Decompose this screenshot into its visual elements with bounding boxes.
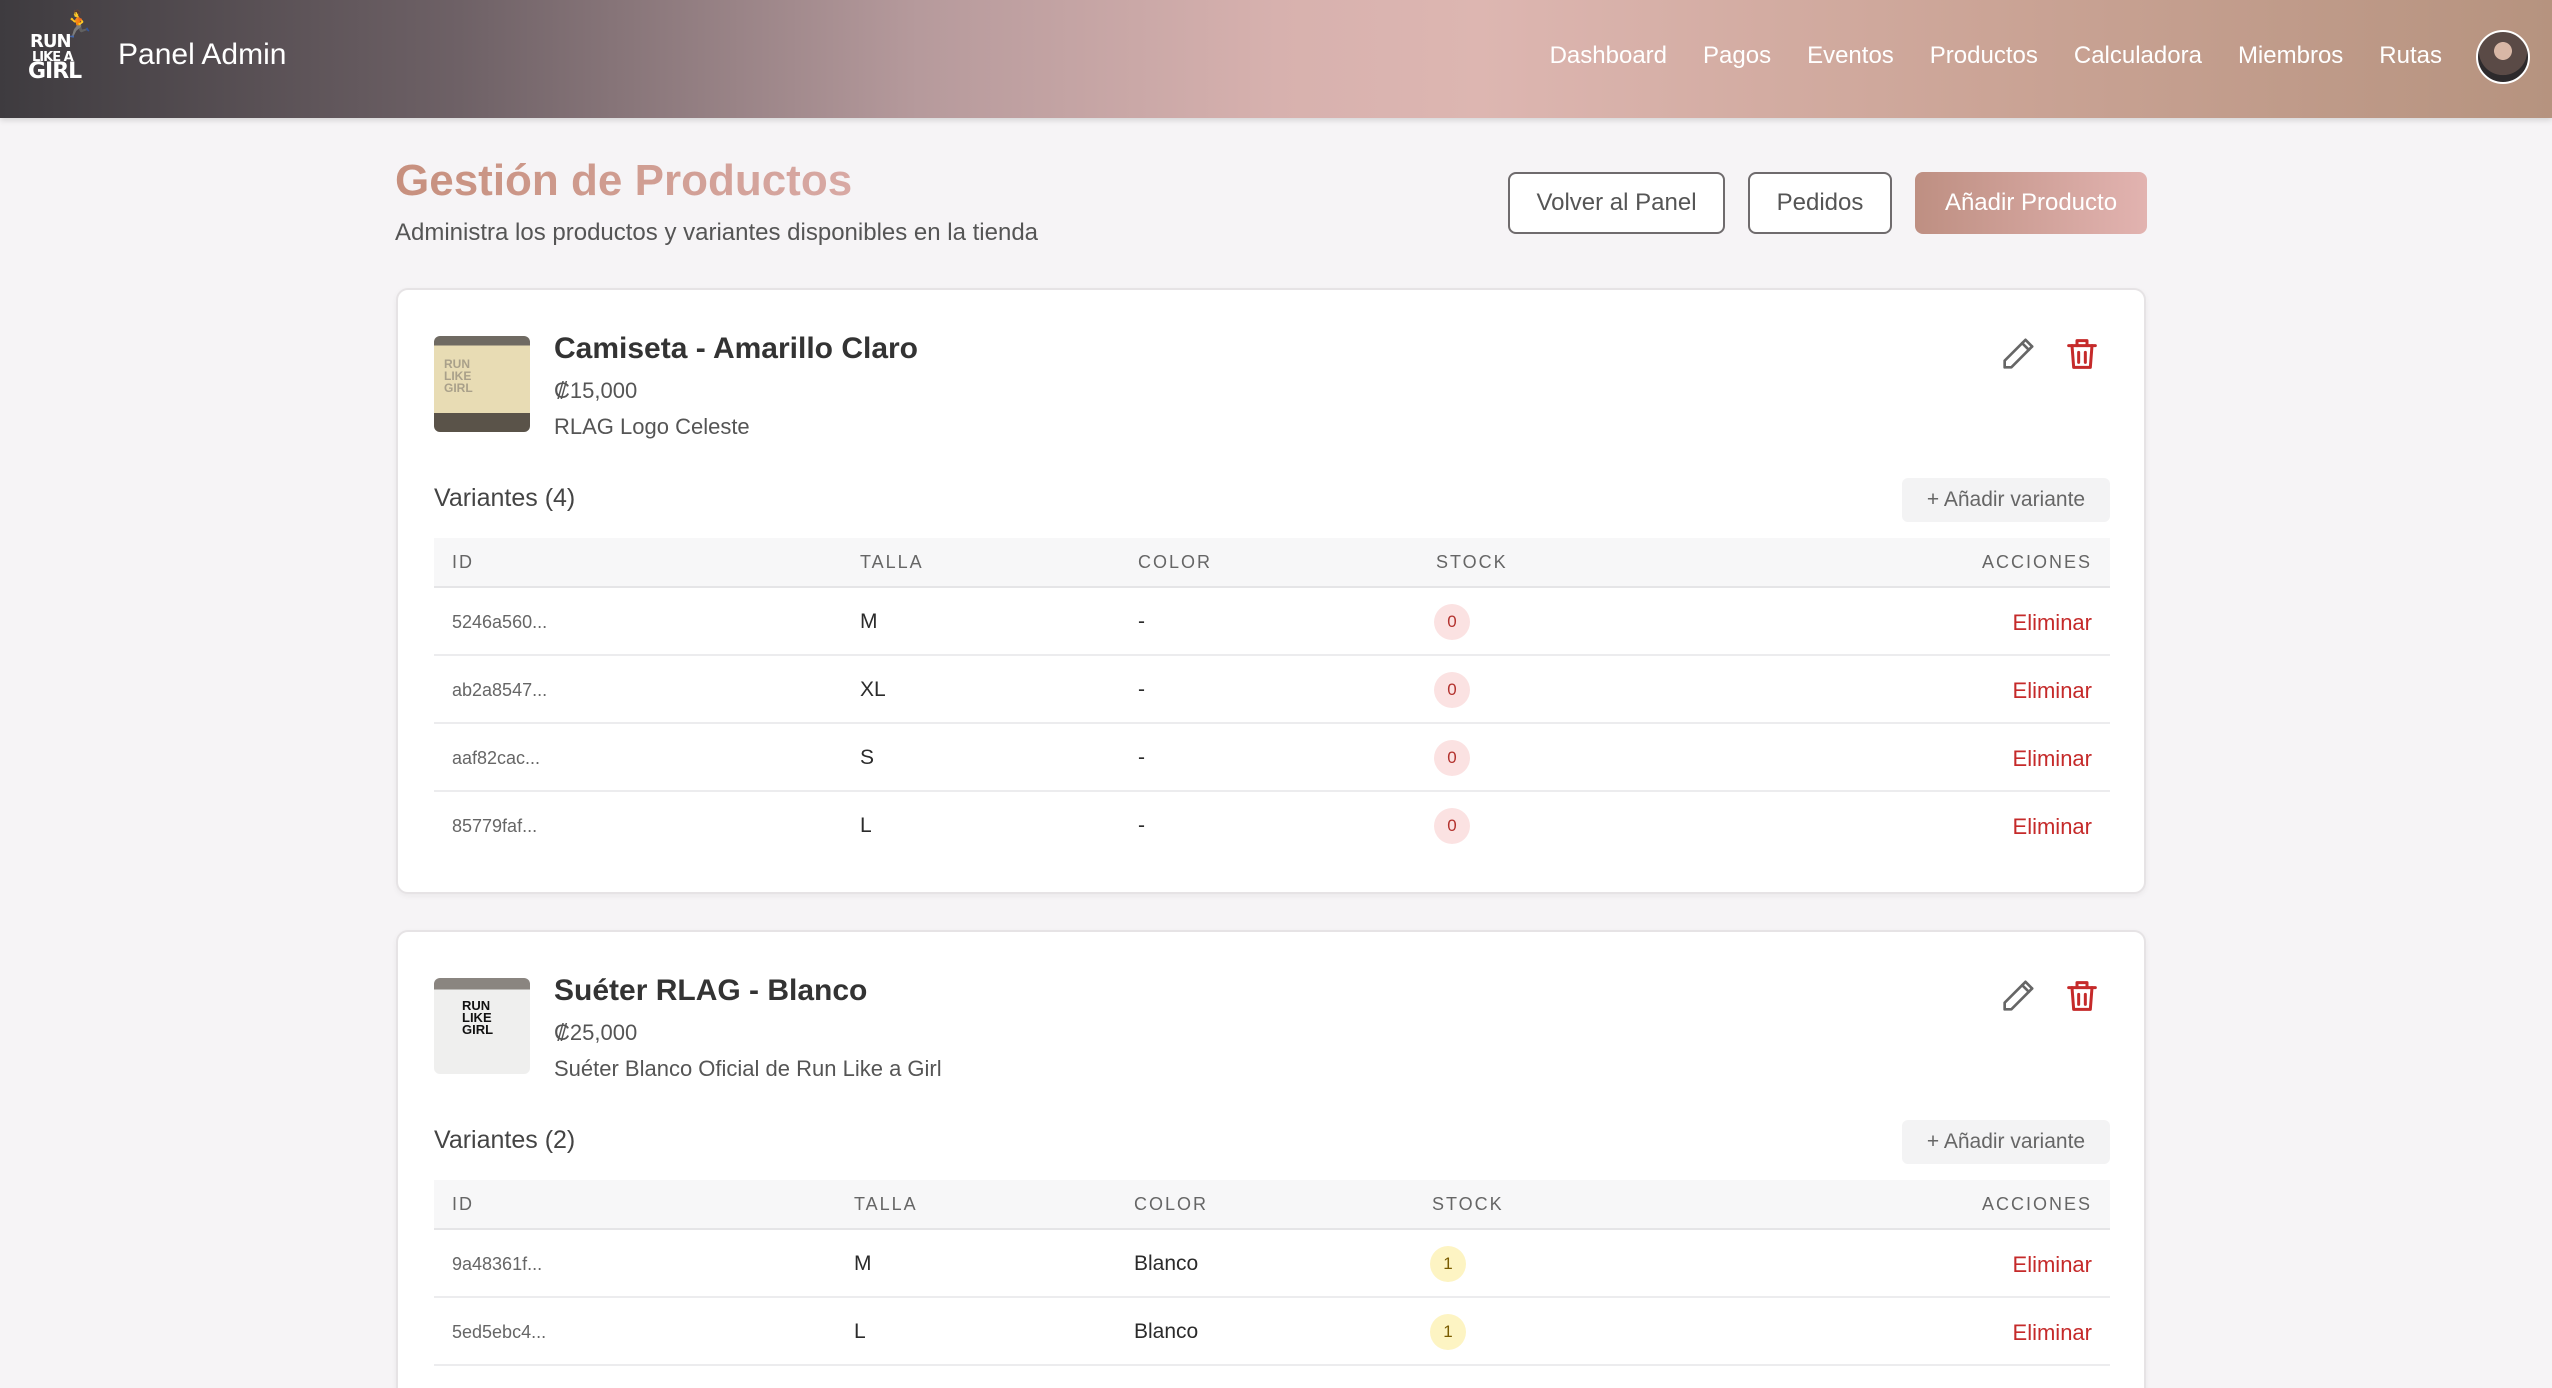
trash-icon[interactable] [2062,334,2102,374]
nav-dashboard[interactable]: Dashboard [1550,42,1667,70]
col-talla: TALLA [860,552,924,572]
variants-title: Variantes (2) [434,1126,576,1154]
col-id: ID [452,552,474,572]
pencil-icon[interactable] [1998,976,2038,1016]
variant-size: XL [860,678,886,701]
table-row: 9a48361f... M Blanco 1 Eliminar [434,1230,2110,1298]
stock-badge: 1 [1430,1314,1466,1350]
col-stock: STOCK [1436,552,1508,572]
trash-icon[interactable] [2062,976,2102,1016]
variant-color: - [1138,814,1145,837]
variant-id: 5246a560... [452,612,548,632]
pencil-icon[interactable] [1998,334,2038,374]
variant-id: aaf82cac... [452,748,541,768]
col-id: ID [452,1194,474,1214]
delete-variant-link[interactable]: Eliminar [2013,814,2092,840]
nav-rutas[interactable]: Rutas [2379,42,2442,70]
user-avatar[interactable] [2476,30,2530,84]
variants-title: Variantes (4) [434,484,576,512]
nav-calculadora[interactable]: Calculadora [2074,42,2202,70]
add-variant-button[interactable]: + Añadir variante [1902,478,2110,522]
product-name: Camiseta - Amarillo Claro [554,332,918,365]
nav-pagos[interactable]: Pagos [1703,42,1771,70]
nav-productos[interactable]: Productos [1930,42,2038,70]
variant-id: 5ed5ebc4... [452,1322,547,1342]
table-row: aaf82cac... S - 0 Eliminar [434,724,2110,792]
variant-color: - [1138,746,1145,769]
variant-id: 9a48361f... [452,1254,543,1274]
add-variant-button[interactable]: + Añadir variante [1902,1120,2110,1164]
delete-variant-link[interactable]: Eliminar [2013,746,2092,772]
orders-button[interactable]: Pedidos [1748,172,1892,234]
nav-miembros[interactable]: Miembros [2238,42,2343,70]
product-price: ₡15,000 [554,378,638,403]
product-price: ₡25,000 [554,1020,638,1045]
variant-id: ab2a8547... [452,680,548,700]
variant-size: L [854,1320,866,1343]
variant-size: M [860,610,878,633]
variant-color: Blanco [1134,1252,1199,1275]
stock-badge: 0 [1434,808,1470,844]
variant-size: L [860,814,872,837]
product-image: RUN LIKE GIRL [434,336,530,432]
product-description: Suéter Blanco Oficial de Run Like a Girl [554,1056,942,1081]
variant-size: M [854,1252,872,1275]
variants-table-header: ID TALLA COLOR STOCK ACCIONES [434,538,2110,588]
variant-size: S [860,746,875,769]
stock-badge: 0 [1434,672,1470,708]
table-row: ab2a8547... XL - 0 Eliminar [434,656,2110,724]
stock-badge: 0 [1434,740,1470,776]
main-nav: Dashboard Pagos Eventos Productos Calcul… [1550,42,2442,70]
stock-badge: 0 [1434,604,1470,640]
table-row: 5ed5ebc4... L Blanco 1 Eliminar [434,1298,2110,1366]
page-title: Gestión de Productos [395,156,853,205]
variant-color: - [1138,610,1145,633]
col-stock: STOCK [1432,1194,1504,1214]
col-acciones: ACCIONES [1981,552,2092,572]
col-talla: TALLA [854,1194,918,1214]
back-to-panel-button[interactable]: Volver al Panel [1508,172,1725,234]
table-row: 85779faf... L - 0 Eliminar [434,792,2110,860]
product-card: RUN LIKE GIRL Camiseta - Amarillo Claro ₡1… [396,288,2146,894]
nav-eventos[interactable]: Eventos [1807,42,1894,70]
product-description: RLAG Logo Celeste [554,414,750,439]
delete-variant-link[interactable]: Eliminar [2013,1252,2092,1278]
product-name: Suéter RLAG - Blanco [554,974,868,1007]
table-row: 5246a560... M - 0 Eliminar [434,588,2110,656]
stock-badge: 1 [1430,1246,1466,1282]
add-product-button[interactable]: Añadir Producto [1915,172,2147,234]
variant-color: - [1138,678,1145,701]
col-color: COLOR [1138,552,1213,572]
top-navbar: 🏃 RUN LIKE A GIRL Panel Admin Dashboard … [0,0,2552,118]
variant-color: Blanco [1134,1320,1199,1343]
delete-variant-link[interactable]: Eliminar [2013,678,2092,704]
variant-id: 85779faf... [452,816,538,836]
page-subtitle: Administra los productos y variantes dis… [395,219,1039,246]
delete-variant-link[interactable]: Eliminar [2013,1320,2092,1346]
col-color: COLOR [1134,1194,1209,1214]
col-acciones: ACCIONES [1981,1194,2092,1214]
variants-table-header: ID TALLA COLOR STOCK ACCIONES [434,1180,2110,1230]
product-image: RUN LIKE GIRL [434,978,530,1074]
app-title: Panel Admin [118,38,287,71]
brand-logo[interactable]: 🏃 RUN LIKE A GIRL [28,12,94,84]
product-card: RUN LIKE GIRL Suéter RLAG - Blanco ₡25,000… [396,930,2146,1388]
delete-variant-link[interactable]: Eliminar [2013,610,2092,636]
